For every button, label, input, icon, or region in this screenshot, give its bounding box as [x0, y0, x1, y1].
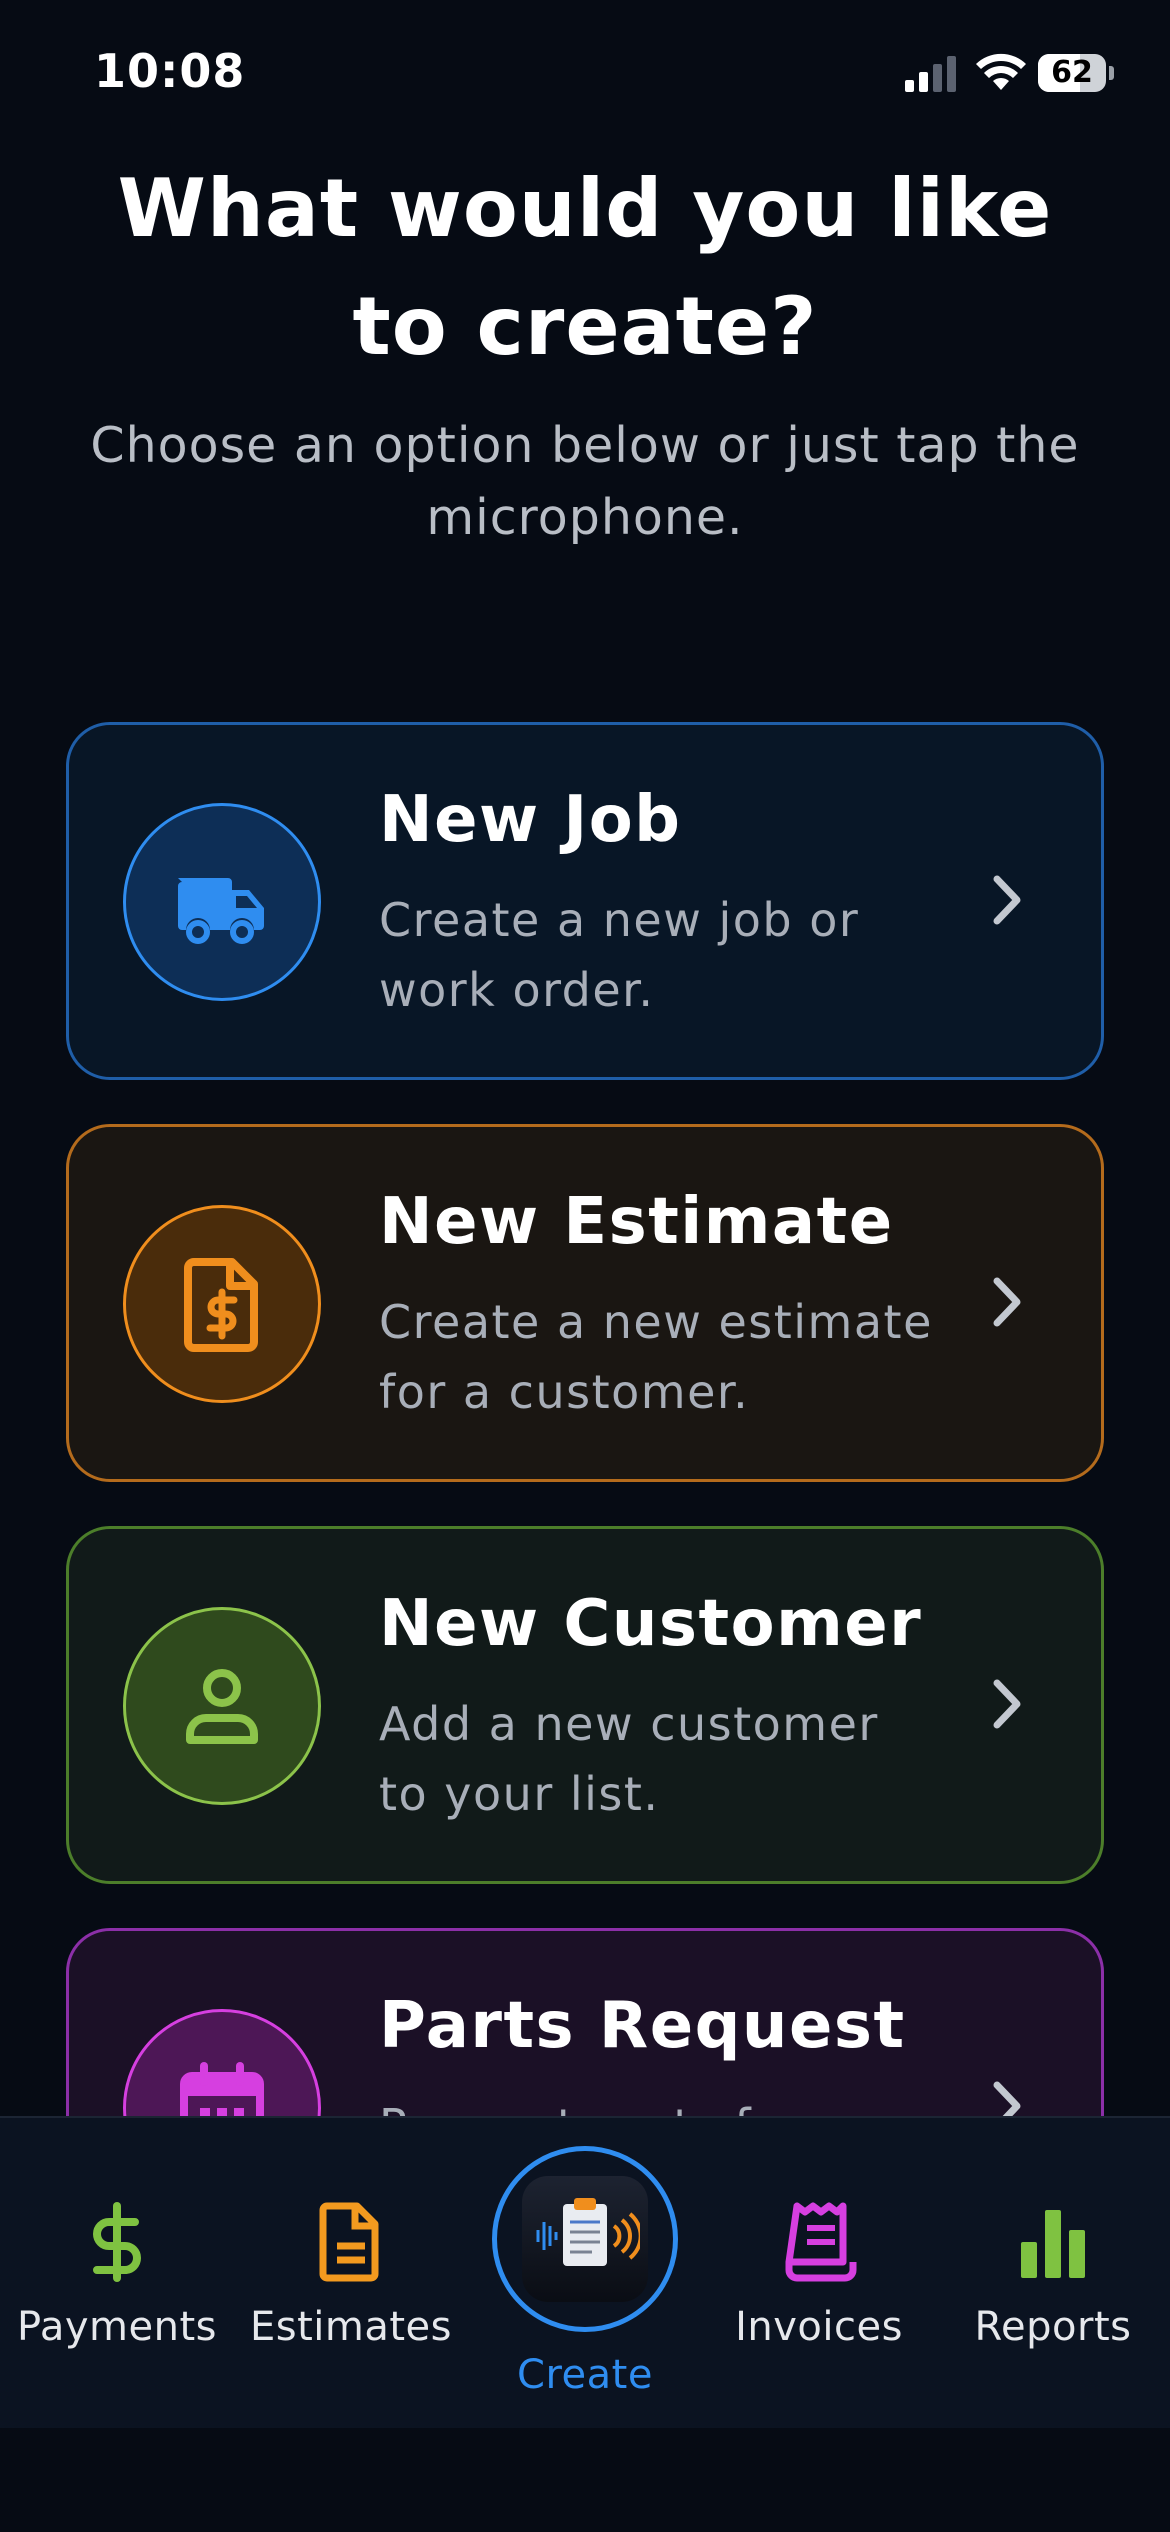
- bar-chart-icon: [1021, 2210, 1085, 2278]
- tab-create[interactable]: Create: [468, 2118, 702, 2430]
- chevron-right-icon: [993, 1277, 1021, 1327]
- bottom-tab-bar: Payments Estimates Create Invoices Repor…: [0, 2116, 1170, 2428]
- truck-icon: [178, 878, 264, 944]
- new-estimate-card[interactable]: New Estimate Create a new estimate for a…: [66, 1124, 1104, 1482]
- create-button[interactable]: [492, 2146, 678, 2332]
- new-estimate-title: New Estimate: [379, 1185, 894, 1259]
- tab-payments-label: Payments: [17, 2304, 217, 2350]
- tab-create-label: Create: [517, 2352, 653, 2398]
- dollar-icon: [93, 2202, 141, 2282]
- new-customer-card[interactable]: New Customer Add a new customer to your …: [66, 1526, 1104, 1884]
- voice-clipboard-icon: [522, 2176, 648, 2302]
- status-time: 10:08: [94, 44, 246, 98]
- tab-invoices[interactable]: Invoices: [702, 2118, 936, 2430]
- status-bar: 10:08 62: [0, 0, 1170, 150]
- new-customer-icon-badge: [123, 1607, 321, 1805]
- new-customer-title: New Customer: [379, 1587, 923, 1661]
- tab-reports-label: Reports: [974, 2304, 1132, 2350]
- tab-payments[interactable]: Payments: [0, 2118, 234, 2430]
- chevron-right-icon: [993, 875, 1021, 925]
- new-job-description: Create a new job or work order.: [379, 893, 860, 1017]
- wifi-icon: [976, 53, 1026, 90]
- chevron-right-icon: [993, 1679, 1021, 1729]
- receipt-icon: [785, 2202, 857, 2282]
- new-job-icon-badge: [123, 803, 321, 1001]
- tab-invoices-label: Invoices: [735, 2304, 903, 2350]
- parts-request-title: Parts Request: [379, 1989, 906, 2063]
- new-job-title: New Job: [379, 783, 682, 857]
- battery-icon: 62: [1038, 54, 1114, 92]
- file-dollar-icon: [184, 1258, 258, 1352]
- tab-estimates[interactable]: Estimates: [234, 2118, 468, 2430]
- new-estimate-icon-badge: [123, 1205, 321, 1403]
- new-job-card[interactable]: New Job Create a new job or work order.: [66, 722, 1104, 1080]
- tab-estimates-label: Estimates: [249, 2304, 453, 2350]
- page-title: What would you like to create?: [117, 162, 1053, 373]
- person-icon: [186, 1669, 258, 1744]
- new-customer-description: Add a new customer to your list.: [379, 1697, 879, 1821]
- new-estimate-description: Create a new estimate for a customer.: [379, 1295, 933, 1419]
- battery-percent: 62: [1051, 55, 1093, 90]
- document-icon: [319, 2202, 379, 2282]
- page-subtitle: Choose an option below or just tap the m…: [90, 417, 1080, 546]
- tab-reports[interactable]: Reports: [936, 2118, 1170, 2430]
- cellular-signal-icon: [905, 56, 956, 92]
